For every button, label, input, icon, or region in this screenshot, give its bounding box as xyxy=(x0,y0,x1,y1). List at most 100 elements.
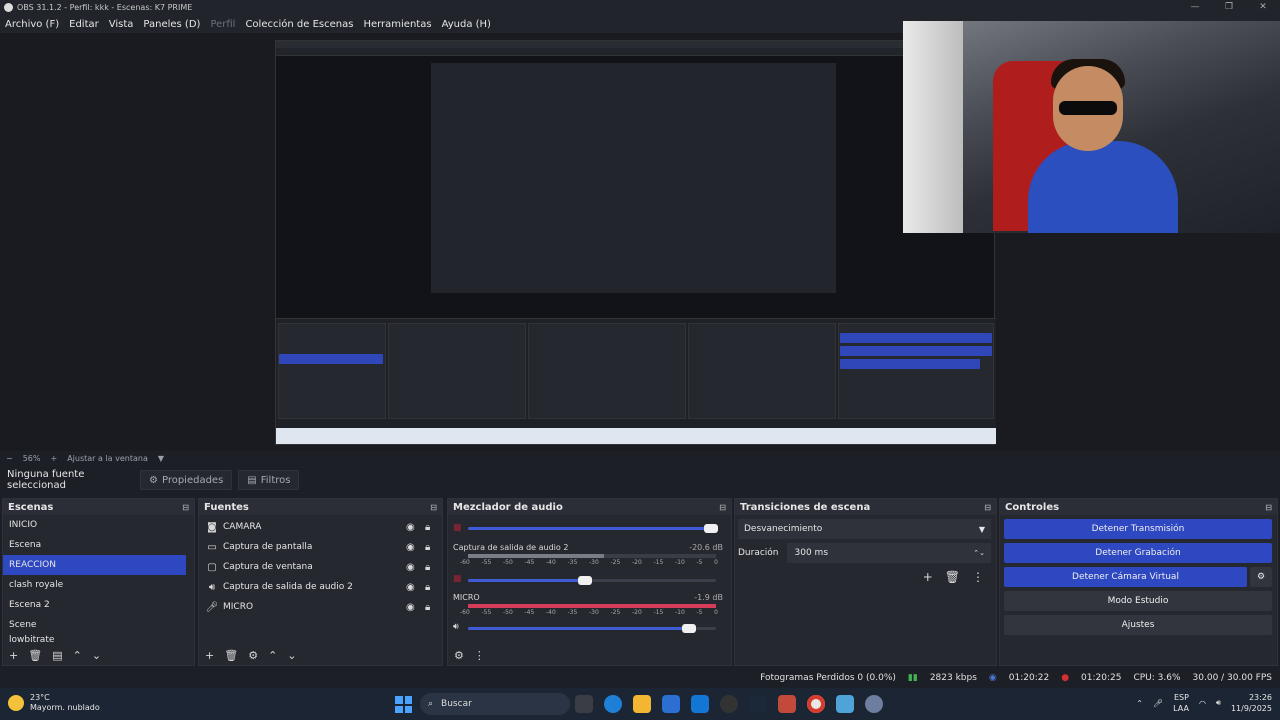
mixer-settings-icon[interactable]: ⚙ xyxy=(454,649,464,662)
stop-streaming-button[interactable]: Detener Transmisión xyxy=(1004,519,1272,539)
spinner-icon[interactable]: ⌃⌄ xyxy=(973,549,985,557)
move-down-icon[interactable]: ⌄ xyxy=(92,649,101,662)
stop-recording-button[interactable]: Detener Grabación xyxy=(1004,543,1272,563)
outlook-icon[interactable] xyxy=(691,695,709,713)
lock-icon[interactable]: 🔒︎ xyxy=(425,522,430,533)
maximize-button[interactable]: ❐ xyxy=(1212,0,1246,15)
lock-icon[interactable]: 🔒︎ xyxy=(425,602,430,613)
move-up-icon[interactable]: ⌃ xyxy=(73,649,82,662)
chevron-up-icon[interactable]: ⌃ xyxy=(1136,699,1143,708)
trash-icon[interactable]: 🗑 xyxy=(224,649,238,662)
lock-icon[interactable]: 🔒︎ xyxy=(425,562,430,573)
lock-icon[interactable]: 🔒︎ xyxy=(425,582,430,593)
taskbar-search[interactable]: ⌕ Buscar xyxy=(420,693,570,715)
trash-icon[interactable]: 🗑 xyxy=(28,649,42,662)
obs-app-icon[interactable] xyxy=(720,695,738,713)
minimize-button[interactable]: — xyxy=(1178,0,1212,15)
duration-input[interactable]: 300 ms ⌃⌄ xyxy=(786,543,991,563)
source-item[interactable]: 🎤︎ MICRO ◉ 🔒︎ xyxy=(199,597,442,617)
eye-icon[interactable]: ◉ xyxy=(406,542,415,553)
trash-icon[interactable]: 🗑 xyxy=(945,570,960,584)
undock-icon[interactable]: ⊟ xyxy=(182,503,189,512)
store-icon[interactable] xyxy=(662,695,680,713)
fader-knob[interactable] xyxy=(682,624,696,633)
add-icon[interactable]: + xyxy=(9,649,18,662)
scene-item[interactable]: INICIO xyxy=(3,515,186,535)
fader-knob[interactable] xyxy=(704,524,718,533)
controls-dock: Controles ⊟ Detener Transmisión Detener G… xyxy=(999,498,1278,666)
microphone-icon[interactable]: 🎤︎ xyxy=(1153,699,1163,708)
eye-icon[interactable]: ◉ xyxy=(406,522,415,533)
clock[interactable]: 23:26 11/9/2025 xyxy=(1231,692,1272,714)
chrome-icon[interactable] xyxy=(807,695,825,713)
undock-icon[interactable]: ⊟ xyxy=(719,503,726,512)
volume-fader[interactable] xyxy=(468,576,716,585)
volume-icon[interactable]: 🔊︎ xyxy=(1216,698,1221,708)
speaker-icon[interactable]: 🔊︎ xyxy=(453,622,459,632)
wifi-icon[interactable]: ◠ xyxy=(1199,699,1206,708)
properties-button[interactable]: ⚙ Propiedades xyxy=(140,470,233,490)
gear-icon[interactable]: ⚙ xyxy=(248,649,258,662)
studio-mode-button[interactable]: Modo Estudio xyxy=(1004,591,1272,611)
menu-scene-collection[interactable]: Colección de Escenas xyxy=(240,19,358,30)
transition-select[interactable]: Desvanecimiento ▼ xyxy=(738,519,991,539)
add-icon[interactable]: + xyxy=(205,649,214,662)
scene-item[interactable]: clash royale xyxy=(3,575,186,595)
menu-dots-icon[interactable]: ⋮ xyxy=(972,570,984,584)
menu-view[interactable]: Vista xyxy=(104,19,139,30)
move-down-icon[interactable]: ⌄ xyxy=(287,649,296,662)
scene-item[interactable]: Scene xyxy=(3,615,186,635)
menu-profile[interactable]: Perfil xyxy=(205,19,240,30)
undock-icon[interactable]: ⊟ xyxy=(1265,503,1272,512)
muted-icon[interactable]: ■ xyxy=(453,523,462,533)
stop-virtual-camera-button[interactable]: Detener Cámara Virtual xyxy=(1004,567,1247,587)
app-icon[interactable] xyxy=(836,695,854,713)
filter-icon[interactable]: ▤ xyxy=(52,649,62,662)
menu-tools[interactable]: Herramientas xyxy=(358,19,436,30)
settings-button[interactable]: Ajustes xyxy=(1004,615,1272,635)
scene-item[interactable]: Escena xyxy=(3,535,186,555)
filters-button[interactable]: ▤ Filtros xyxy=(238,470,300,490)
edge-icon[interactable] xyxy=(604,695,622,713)
file-explorer-icon[interactable] xyxy=(633,695,651,713)
menu-edit[interactable]: Editar xyxy=(64,19,104,30)
eye-icon[interactable]: ◉ xyxy=(406,582,415,593)
source-item[interactable]: ◙ CAMARA ◉ 🔒︎ xyxy=(199,517,442,537)
bitrate: 2823 kbps xyxy=(929,673,977,683)
add-icon[interactable]: + xyxy=(923,570,933,584)
zoom-in-button[interactable]: + xyxy=(50,454,57,463)
menu-docks[interactable]: Paneles (D) xyxy=(138,19,205,30)
scene-item[interactable]: Escena 2 xyxy=(3,595,186,615)
virtual-camera-settings-icon[interactable]: ⚙ xyxy=(1250,567,1272,587)
source-item[interactable]: ▭ Captura de pantalla ◉ 🔒︎ xyxy=(199,537,442,557)
eye-icon[interactable]: ◉ xyxy=(406,562,415,573)
lock-icon[interactable]: 🔒︎ xyxy=(425,542,430,553)
settings-app-icon[interactable] xyxy=(865,695,883,713)
weather-widget[interactable]: 23°C Mayorm. nublado xyxy=(8,693,100,713)
menu-dots-icon[interactable]: ⋮ xyxy=(474,649,485,662)
menu-help[interactable]: Ayuda (H) xyxy=(437,19,496,30)
scene-item-selected[interactable]: REACCION xyxy=(3,555,186,575)
task-view-icon[interactable] xyxy=(575,695,593,713)
cpu-usage: CPU: 3.6% xyxy=(1133,673,1181,683)
start-button[interactable] xyxy=(395,696,412,713)
meter-scale: -60 -55 -50 -45 -40 -35 -30 -25 -20 -15 -10 -5 0 xyxy=(460,559,718,566)
source-item[interactable]: 🔊︎ Captura de salida de audio 2 ◉ 🔒︎ xyxy=(199,577,442,597)
volume-fader[interactable] xyxy=(468,624,716,633)
eye-icon[interactable]: ◉ xyxy=(406,602,415,613)
source-item[interactable]: ▢ Captura de ventana ◉ 🔒︎ xyxy=(199,557,442,577)
undock-icon[interactable]: ⊟ xyxy=(430,503,437,512)
menu-file[interactable]: Archivo (F) xyxy=(0,19,64,30)
steam-icon[interactable] xyxy=(749,695,767,713)
move-up-icon[interactable]: ⌃ xyxy=(268,649,277,662)
scene-item[interactable]: lowbitrate xyxy=(3,635,186,643)
zoom-dropdown-icon[interactable]: ▼ xyxy=(158,454,164,463)
zoom-out-button[interactable]: − xyxy=(6,454,13,463)
volume-fader[interactable] xyxy=(468,524,718,533)
fit-window-label[interactable]: Ajustar a la ventana xyxy=(67,454,148,463)
close-button[interactable]: ✕ xyxy=(1246,0,1280,15)
muted-icon[interactable]: ■ xyxy=(453,574,462,584)
undock-icon[interactable]: ⊟ xyxy=(984,503,991,512)
fader-knob[interactable] xyxy=(578,576,592,585)
app-icon[interactable] xyxy=(778,695,796,713)
